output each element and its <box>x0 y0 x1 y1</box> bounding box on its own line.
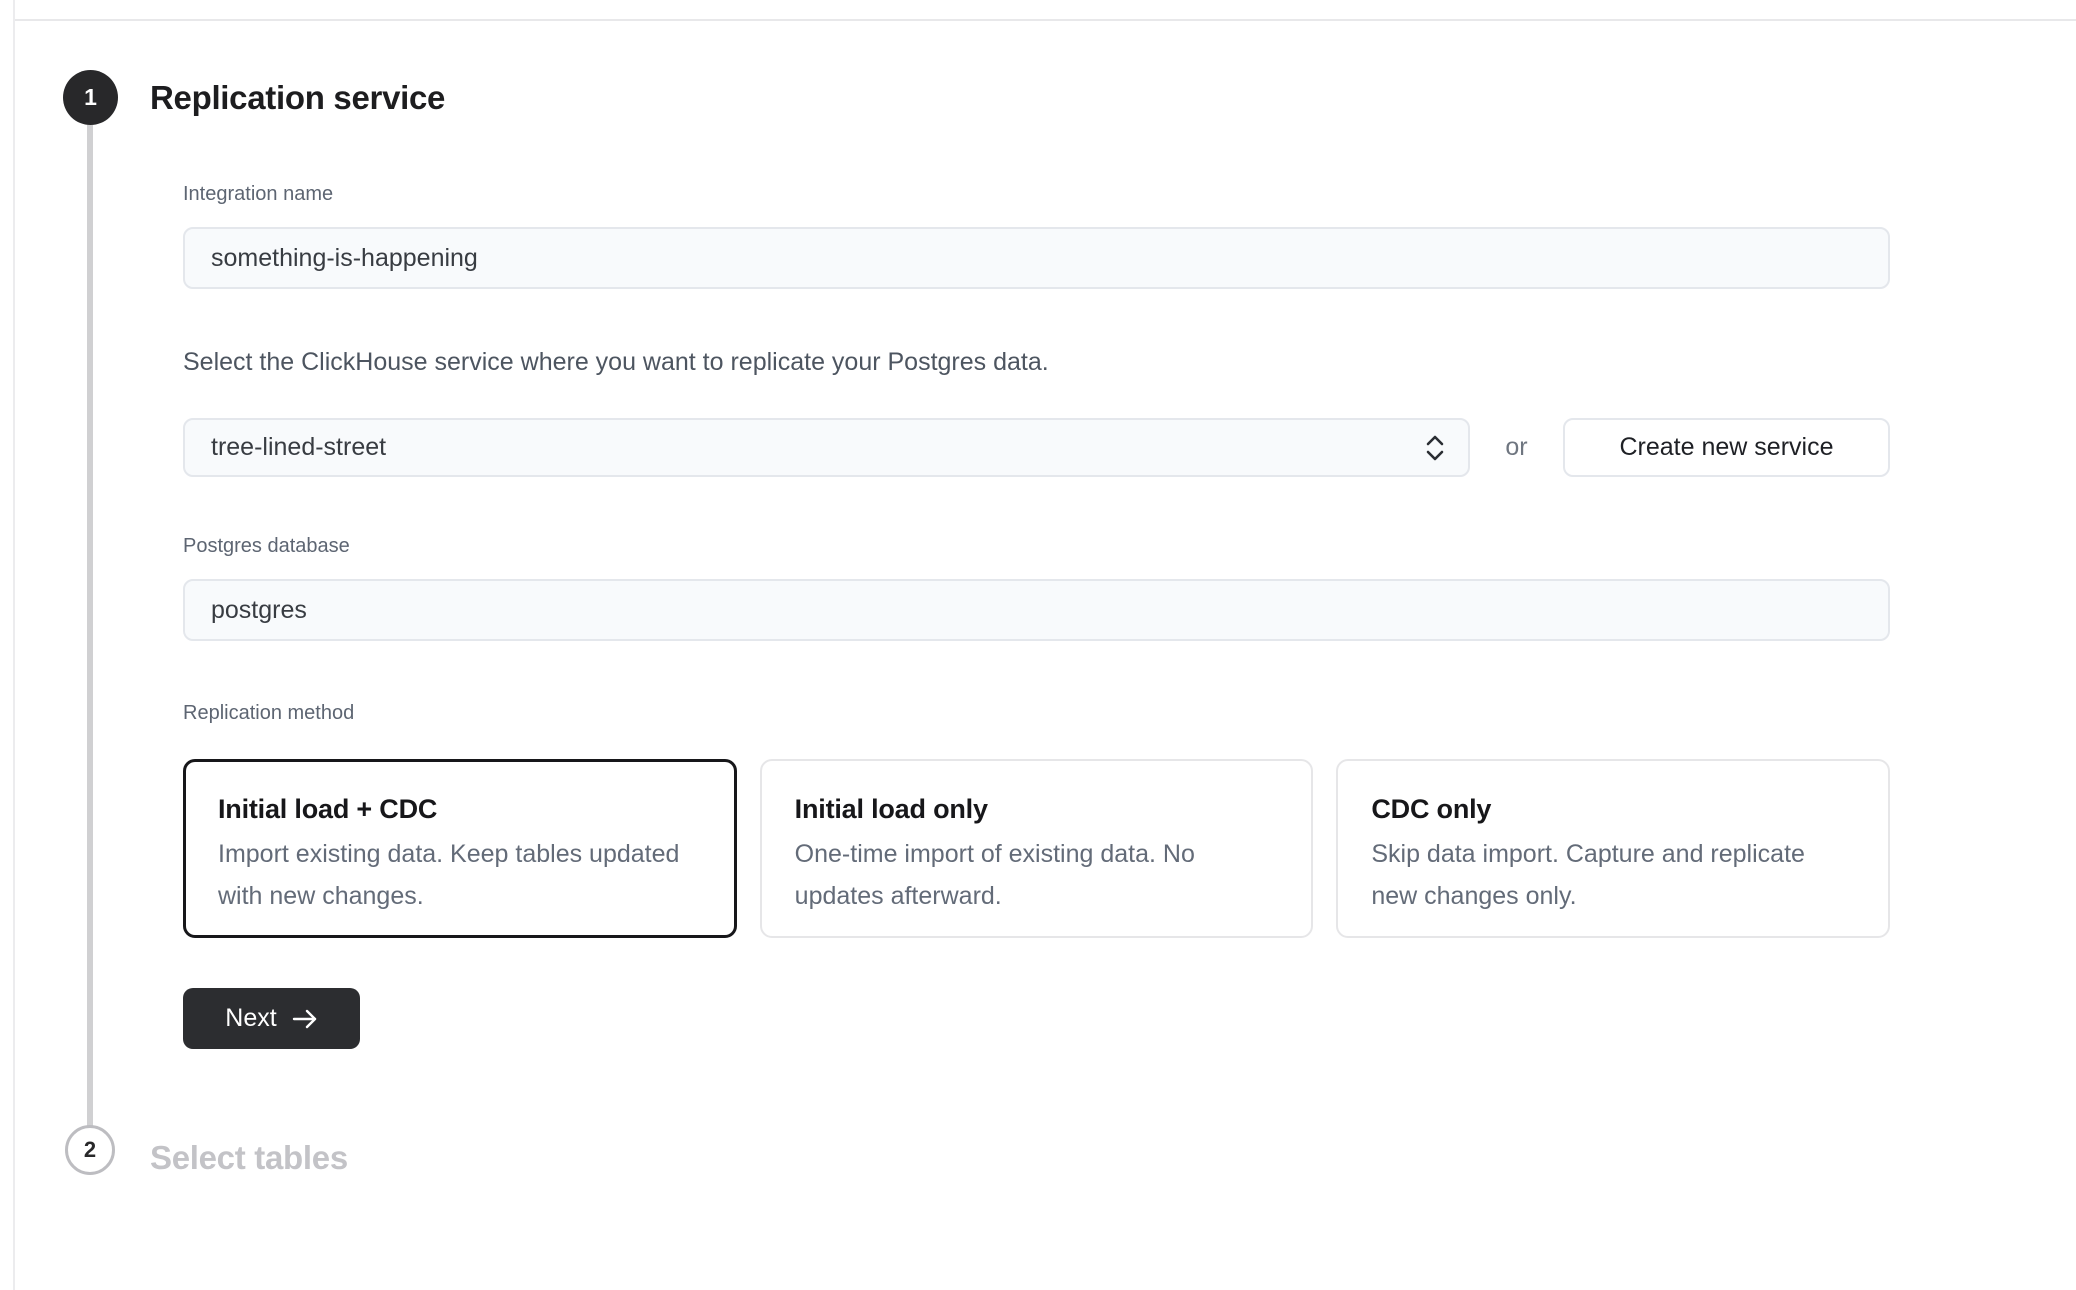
method-option-initial-load-only[interactable]: Initial load only One-time import of exi… <box>760 759 1314 938</box>
next-button[interactable]: Next <box>183 988 360 1049</box>
method-option-description: Skip data import. Capture and replicate … <box>1371 833 1855 917</box>
method-option-title: Initial load + CDC <box>218 791 702 827</box>
method-option-title: CDC only <box>1371 791 1855 827</box>
method-option-cdc-only[interactable]: CDC only Skip data import. Capture and r… <box>1336 759 1890 938</box>
replication-service-form: Integration name Select the ClickHouse s… <box>183 181 1890 1049</box>
service-select-row: tree-lined-street or Create new service <box>183 418 1890 477</box>
panel-top-border <box>13 19 2076 21</box>
method-option-description: Import existing data. Keep tables update… <box>218 833 702 917</box>
integration-name-label: Integration name <box>183 181 1890 207</box>
postgres-database-input[interactable] <box>183 579 1890 641</box>
postgres-database-label: Postgres database <box>183 533 1890 559</box>
step-connector-line <box>87 125 93 1127</box>
replication-method-options: Initial load + CDC Import existing data.… <box>183 759 1890 938</box>
create-new-service-button[interactable]: Create new service <box>1563 418 1890 477</box>
integration-name-input[interactable] <box>183 227 1890 289</box>
step-2-number: 2 <box>84 1137 96 1163</box>
step-2-indicator: 2 <box>65 1125 115 1175</box>
service-select[interactable]: tree-lined-street <box>183 418 1470 477</box>
service-select-value: tree-lined-street <box>211 433 386 462</box>
select-chevron-updown-icon <box>1424 433 1446 463</box>
arrow-right-icon <box>292 1009 318 1029</box>
service-select-description: Select the ClickHouse service where you … <box>183 346 1890 378</box>
method-option-title: Initial load only <box>795 791 1279 827</box>
method-option-initial-load-cdc[interactable]: Initial load + CDC Import existing data.… <box>183 759 737 938</box>
step-1-indicator: 1 <box>63 70 118 125</box>
step-2-title: Select tables <box>150 1136 348 1180</box>
or-label: or <box>1470 433 1563 462</box>
next-button-label: Next <box>225 1004 276 1033</box>
step-1-number: 1 <box>84 84 97 111</box>
step-1-title: Replication service <box>150 76 445 120</box>
method-option-description: One-time import of existing data. No upd… <box>795 833 1279 917</box>
panel-left-border <box>13 0 15 1290</box>
replication-method-label: Replication method <box>183 700 1890 726</box>
